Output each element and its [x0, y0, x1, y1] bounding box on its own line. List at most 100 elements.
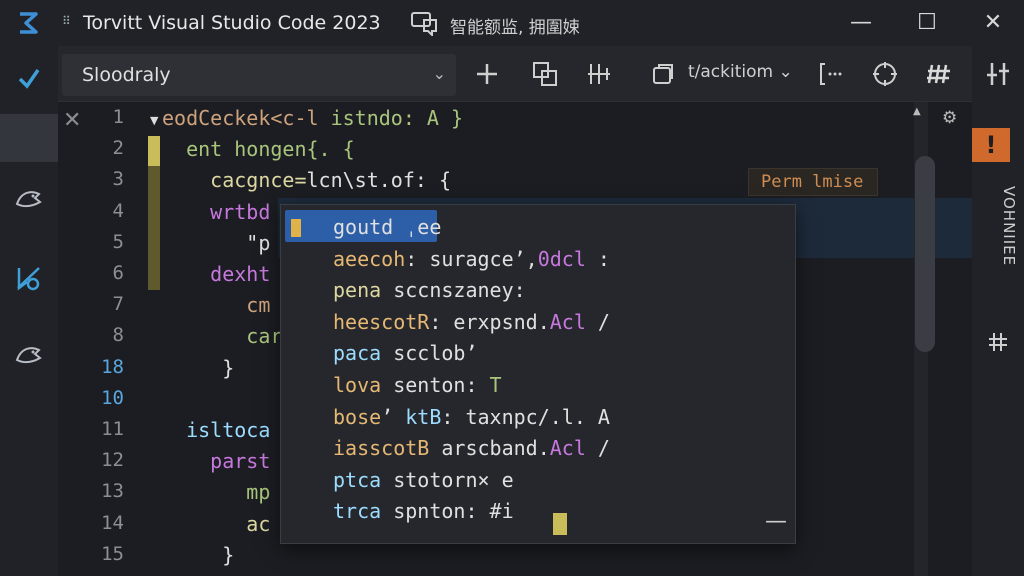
activity-bar	[0, 46, 58, 576]
suggestion-item[interactable]: trca spnton: #i	[281, 495, 795, 527]
suggestion-token: spnton: #i	[393, 499, 514, 524]
code-token: cacgnce=	[162, 168, 307, 193]
close-icon[interactable]: ✕	[978, 8, 1008, 38]
line-number: 10	[101, 386, 124, 409]
suggestion-token: goutd	[333, 215, 406, 239]
gear-icon[interactable]: ⚙	[942, 108, 957, 128]
bird-icon	[15, 347, 42, 364]
title-bar: ⠿ Torvitt Visual Studio Code 2023 智能额监, …	[0, 0, 1024, 46]
minimize-icon[interactable]: —	[846, 8, 876, 38]
code-line: eodCeckek<c-l istndo: A }	[162, 106, 463, 130]
warning-badge[interactable]: !	[972, 128, 1010, 162]
line-number: 1	[112, 106, 124, 128]
suggestion-token: stotorn× e	[393, 467, 514, 492]
suggestion-token: ʼ	[381, 404, 406, 429]
code-token: istndo: A }	[330, 106, 464, 130]
grid-icon[interactable]	[922, 58, 956, 90]
code-token: wrtbd	[162, 199, 271, 224]
cursor-marker	[553, 513, 567, 535]
plus-icon[interactable]	[470, 58, 504, 90]
file-selector[interactable]: Sloodraly ⌄	[62, 54, 456, 96]
suggestion-token: ptca	[333, 467, 394, 492]
minus-icon[interactable]: —	[765, 509, 787, 534]
line-number: 5	[112, 230, 124, 253]
suggestion-item[interactable]: aeecoh: suragceʼ,0dcl :	[281, 243, 795, 275]
code-token: parst	[162, 449, 271, 474]
code-line: mp	[162, 480, 270, 504]
code-line: }	[162, 543, 234, 567]
activity-bird[interactable]	[0, 172, 58, 228]
inline-hint: Perm lmise	[748, 168, 878, 196]
suggestion-widget[interactable]: goutd ˌee aeecoh: suragceʼ,0dcl : pena scc…	[280, 204, 796, 544]
code-token: mp	[162, 480, 271, 505]
vertical-scrollbar[interactable]	[914, 102, 935, 576]
line-number: 11	[101, 418, 124, 440]
suggestion-item[interactable]: pena sccnszaney:	[281, 274, 795, 306]
scrollbar-thumb[interactable]	[915, 156, 935, 352]
chevron-down-icon: ⌄	[432, 64, 446, 83]
suggestion-token: /	[585, 436, 610, 461]
grip-icon: ⠿	[62, 14, 71, 28]
file-selector-label: Sloodraly	[82, 64, 171, 86]
activity-explorer[interactable]	[0, 50, 58, 106]
activity-bird-2[interactable]	[0, 328, 58, 384]
suggestion-token: aeecoh	[333, 246, 406, 271]
modified-marker	[148, 136, 160, 166]
layout-icon[interactable]	[972, 330, 1024, 354]
copy-icon[interactable]	[646, 58, 680, 90]
suggestion-token: Acl	[549, 309, 586, 334]
suggestion-token: scclobʼ	[393, 341, 478, 366]
code-line: car	[162, 324, 282, 348]
title-note: 智能额监, 拥圍娕	[450, 18, 580, 38]
code-line: isltoca	[162, 418, 270, 442]
suggestion-token: /	[585, 309, 610, 334]
maximize-icon[interactable]: ☐	[912, 8, 942, 38]
suggestion-item[interactable]: paca scclobʼ	[281, 337, 795, 369]
suggestion-item[interactable]: lova senton: T	[281, 369, 795, 401]
fold-chevron-icon[interactable]: ▼	[150, 114, 158, 127]
activity-selected-slot[interactable]	[0, 114, 58, 162]
suggestion-token: lova	[333, 373, 394, 397]
suggestion-token: T	[489, 373, 502, 397]
line-number: 13	[101, 480, 124, 503]
suggestion-token: bose	[333, 404, 382, 429]
line-number: 15	[101, 542, 124, 565]
split-icon[interactable]	[528, 58, 562, 90]
chevron-down-icon: ⌄	[778, 62, 793, 82]
code-token: isltoca	[162, 418, 271, 442]
action-dropdown[interactable]: t/ackitiom ⌄	[688, 62, 793, 82]
bird-icon	[15, 191, 42, 208]
code-line: dexht	[162, 262, 270, 286]
window-title: Torvitt Visual Studio Code 2023	[83, 12, 381, 34]
code-token: car	[162, 324, 283, 349]
code-line: "p	[162, 231, 270, 255]
suggestion-token: pena	[333, 278, 394, 303]
suggestion-item-selected[interactable]: goutd ˌee	[281, 211, 795, 243]
bracket-icon[interactable]	[814, 58, 848, 90]
suggestion-item[interactable]: heescotR: erxpsnd.Acl /	[281, 306, 795, 338]
explorer-check-icon	[18, 69, 40, 89]
code-line: wrtbd	[162, 200, 270, 224]
activity-debug[interactable]	[0, 250, 58, 306]
sliders-icon[interactable]	[972, 60, 1024, 88]
code-token: ac	[162, 511, 271, 536]
code-line: }	[162, 356, 234, 380]
suggestion-token: arscband.	[429, 436, 550, 461]
code-token: eodCeckek<c-l	[162, 106, 331, 130]
suggestion-item[interactable]: boseʼ ktB: taxnpc/.l. A	[281, 401, 795, 433]
code-token: lcn\st.of: {	[306, 168, 452, 193]
chat-icon[interactable]	[410, 10, 440, 36]
app-logo-icon	[20, 12, 38, 34]
layout-icon[interactable]	[582, 58, 616, 90]
suggestion-item[interactable]: iasscotB arscband.Acl /	[281, 432, 795, 464]
debug-icon	[17, 267, 40, 291]
code-token: cm	[162, 293, 271, 318]
code-token: ent hongen{. {	[162, 137, 355, 162]
suggestion-token: :	[585, 246, 610, 271]
vertical-panel-label[interactable]: VOHNIIEE	[978, 186, 1018, 316]
target-icon[interactable]	[868, 58, 902, 90]
suggestion-token: sccnszaney:	[393, 278, 526, 303]
scroll-up-icon[interactable]: ▲	[913, 106, 921, 117]
suggestion-item[interactable]: ptca stotorn× e	[281, 464, 795, 496]
suggestion-token: 0dcl	[537, 246, 586, 271]
